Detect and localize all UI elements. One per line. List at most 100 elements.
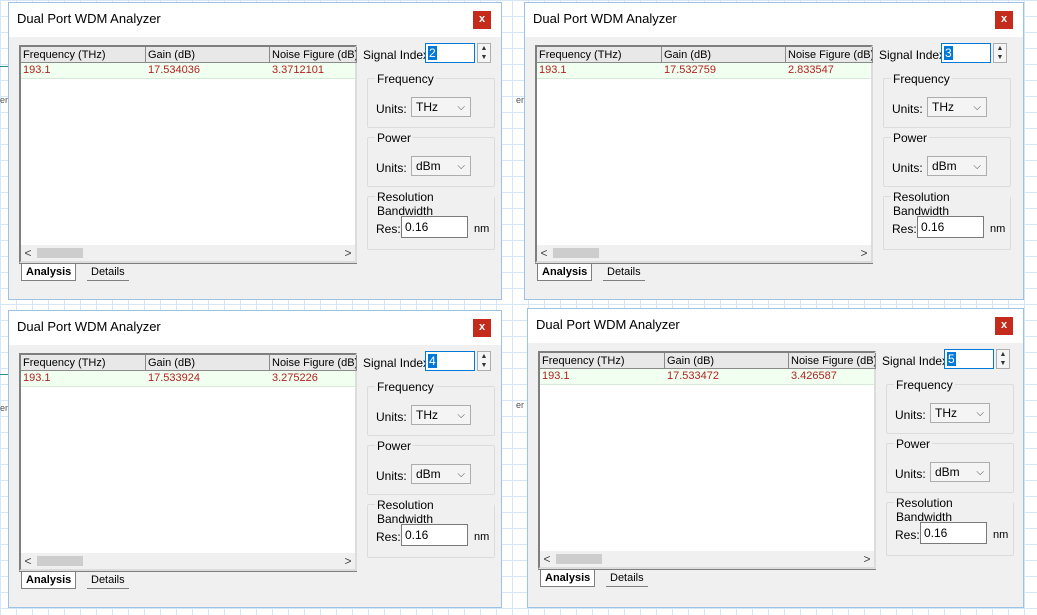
resolution-input[interactable]: 0.16	[917, 216, 984, 238]
nm-unit-label: nm	[993, 529, 1009, 541]
horizontal-scrollbar[interactable]: < >	[21, 245, 355, 261]
nm-unit-label: nm	[474, 223, 490, 235]
signal-index-input[interactable]: 3	[941, 43, 991, 63]
spin-up-icon[interactable]: ▲	[994, 44, 1006, 53]
scroll-thumb[interactable]	[37, 248, 83, 258]
scroll-left-icon[interactable]: <	[21, 245, 35, 261]
scroll-left-icon[interactable]: <	[21, 553, 35, 569]
resolution-input[interactable]: 0.16	[920, 522, 987, 544]
scroll-thumb[interactable]	[553, 248, 599, 258]
col-frequency-header[interactable]: Frequency (THz)	[537, 47, 662, 63]
close-button[interactable]: x	[473, 11, 491, 29]
col-gain-header[interactable]: Gain (dB)	[146, 47, 270, 63]
frequency-units-value: THz	[416, 100, 438, 114]
power-units-select[interactable]: dBm ⌵	[411, 156, 471, 176]
power-units-select[interactable]: dBm ⌵	[927, 156, 987, 176]
power-units-label: Units:	[892, 161, 923, 175]
spin-up-icon[interactable]: ▲	[478, 44, 490, 53]
col-frequency-header[interactable]: Frequency (THz)	[21, 355, 146, 371]
resolution-input[interactable]: 0.16	[401, 216, 468, 238]
scroll-right-icon[interactable]: >	[341, 245, 355, 261]
title-bar[interactable]: Dual Port WDM Analyzer x	[9, 3, 501, 37]
tab-analysis[interactable]: Analysis	[537, 264, 593, 281]
scroll-right-icon[interactable]: >	[860, 551, 874, 567]
resolution-input[interactable]: 0.16	[401, 524, 468, 546]
results-table[interactable]: Frequency (THz) Gain (dB) Noise Figure (…	[19, 353, 357, 571]
power-units-value: dBm	[416, 467, 441, 481]
dropdown-caret-icon: ⌵	[457, 410, 465, 421]
horizontal-scrollbar[interactable]: < >	[540, 551, 874, 567]
table-row[interactable]: 193.1 17.533924 3.275226	[21, 371, 355, 387]
col-noise-figure-header[interactable]: Noise Figure (dB)	[270, 355, 357, 371]
horizontal-scrollbar[interactable]: < >	[537, 245, 871, 261]
signal-index-spinner[interactable]: ▲ ▼	[477, 351, 491, 371]
table-row[interactable]: 193.1 17.533472 3.426587	[540, 369, 874, 385]
close-button[interactable]: x	[473, 319, 491, 337]
tab-analysis[interactable]: Analysis	[21, 572, 77, 589]
tab-details[interactable]: Details	[606, 570, 648, 587]
col-gain-header[interactable]: Gain (dB)	[662, 47, 786, 63]
horizontal-scrollbar[interactable]: < >	[21, 553, 355, 569]
frequency-units-select[interactable]: THz ⌵	[930, 403, 990, 423]
signal-index-spinner[interactable]: ▲ ▼	[477, 43, 491, 63]
col-gain-header[interactable]: Gain (dB)	[665, 353, 789, 369]
signal-index-spinner[interactable]: ▲ ▼	[996, 349, 1010, 369]
table-row[interactable]: 193.1 17.534036 3.3712101	[21, 63, 355, 79]
signal-index-label: Signal Index:	[363, 48, 433, 62]
spin-down-icon[interactable]: ▼	[478, 361, 490, 370]
scroll-right-icon[interactable]: >	[857, 245, 871, 261]
tab-details[interactable]: Details	[603, 264, 645, 281]
col-frequency-header[interactable]: Frequency (THz)	[21, 47, 146, 63]
col-noise-figure-header[interactable]: Noise Figure (dB)	[786, 47, 873, 63]
signal-index-value: 3	[944, 46, 953, 60]
signal-index-input[interactable]: 4	[425, 351, 475, 371]
tab-details[interactable]: Details	[87, 264, 129, 281]
title-bar[interactable]: Dual Port WDM Analyzer x	[528, 309, 1023, 343]
results-table[interactable]: Frequency (THz) Gain (dB) Noise Figure (…	[535, 45, 873, 263]
resolution-group-label: Resolution Bandwidth	[891, 190, 1010, 218]
power-units-value: dBm	[935, 465, 960, 479]
spin-down-icon[interactable]: ▼	[478, 53, 490, 62]
spin-down-icon[interactable]: ▼	[994, 53, 1006, 62]
col-frequency-header[interactable]: Frequency (THz)	[540, 353, 665, 369]
table-row[interactable]: 193.1 17.532759 2.833547	[537, 63, 871, 79]
results-table[interactable]: Frequency (THz) Gain (dB) Noise Figure (…	[19, 45, 357, 263]
title-bar[interactable]: Dual Port WDM Analyzer x	[9, 311, 501, 345]
frequency-units-select[interactable]: THz ⌵	[411, 405, 471, 425]
tab-analysis[interactable]: Analysis	[21, 264, 77, 281]
results-table[interactable]: Frequency (THz) Gain (dB) Noise Figure (…	[538, 351, 876, 569]
res-label: Res:	[376, 222, 401, 236]
cell-gain: 17.532759	[664, 64, 716, 76]
tab-details[interactable]: Details	[87, 572, 129, 589]
signal-index-input[interactable]: 5	[944, 349, 994, 369]
spin-up-icon[interactable]: ▲	[478, 352, 490, 361]
table-header: Frequency (THz) Gain (dB) Noise Figure (…	[537, 47, 873, 63]
frequency-group: Frequency Units: THz ⌵	[367, 380, 495, 436]
col-noise-figure-header[interactable]: Noise Figure (dB)	[789, 353, 876, 369]
scroll-left-icon[interactable]: <	[537, 245, 551, 261]
frequency-units-select[interactable]: THz ⌵	[927, 97, 987, 117]
spin-up-icon[interactable]: ▲	[997, 350, 1009, 359]
cell-gain: 17.533924	[148, 372, 200, 384]
col-gain-header[interactable]: Gain (dB)	[146, 355, 270, 371]
scroll-right-icon[interactable]: >	[341, 553, 355, 569]
frequency-units-value: THz	[416, 408, 438, 422]
signal-index-spinner[interactable]: ▲ ▼	[993, 43, 1007, 63]
scroll-thumb[interactable]	[37, 556, 83, 566]
col-noise-figure-header[interactable]: Noise Figure (dB)	[270, 47, 357, 63]
frequency-units-select[interactable]: THz ⌵	[411, 97, 471, 117]
scroll-left-icon[interactable]: <	[540, 551, 554, 567]
scroll-thumb[interactable]	[556, 554, 602, 564]
close-button[interactable]: x	[995, 11, 1013, 29]
table-header: Frequency (THz) Gain (dB) Noise Figure (…	[540, 353, 876, 369]
spin-down-icon[interactable]: ▼	[997, 359, 1009, 368]
close-button[interactable]: x	[995, 317, 1013, 335]
power-units-select[interactable]: dBm ⌵	[930, 462, 990, 482]
title-bar[interactable]: Dual Port WDM Analyzer x	[525, 3, 1023, 37]
tab-analysis[interactable]: Analysis	[540, 570, 596, 587]
signal-index-input[interactable]: 2	[425, 43, 475, 63]
nm-unit-label: nm	[990, 223, 1006, 235]
power-units-value: dBm	[932, 159, 957, 173]
power-units-select[interactable]: dBm ⌵	[411, 464, 471, 484]
resolution-bandwidth-group: Resolution Bandwidth Res: 0.16 nm	[367, 498, 495, 558]
